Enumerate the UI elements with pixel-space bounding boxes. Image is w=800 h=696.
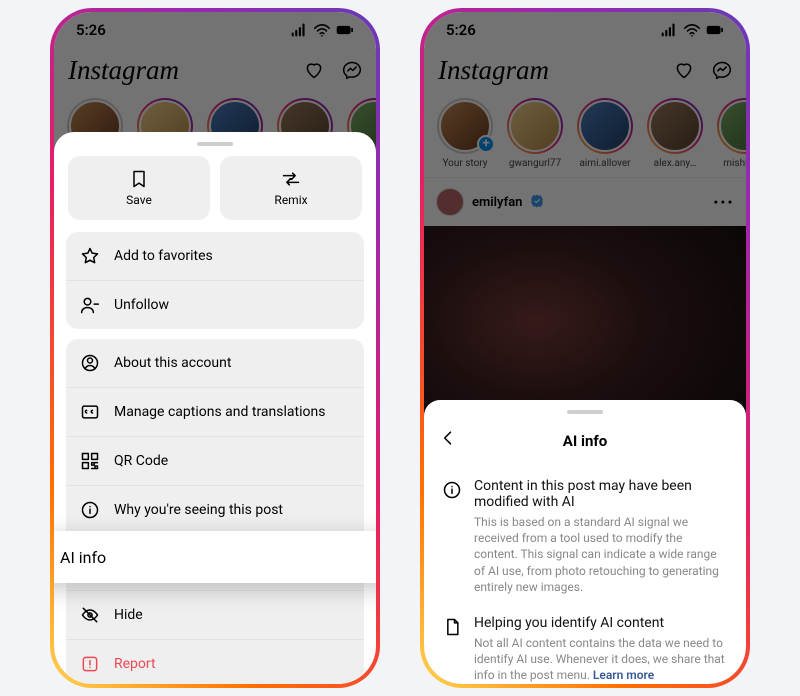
remix-label: Remix	[274, 193, 307, 207]
info-icon	[80, 500, 100, 520]
document-icon	[442, 617, 462, 637]
unfollow-item[interactable]: Unfollow	[66, 280, 364, 329]
captions-item[interactable]: Manage captions and translations	[66, 387, 364, 436]
about-account-item[interactable]: About this account	[66, 339, 364, 387]
qr-code-label: QR Code	[114, 453, 168, 469]
phone-left: 5:26 Instagram + Your story	[50, 8, 380, 688]
chevron-left-icon	[438, 428, 458, 448]
info-title-1: Content in this post may have been modif…	[474, 478, 728, 510]
sheet-grabber[interactable]	[567, 410, 603, 414]
info-body-2: Not all AI content contains the data we …	[474, 635, 728, 684]
sheet-grabber[interactable]	[197, 142, 233, 146]
ai-info-label: AI info	[60, 548, 106, 567]
ai-info-block-1: Content in this post may have been modif…	[424, 468, 746, 605]
back-button[interactable]	[438, 428, 458, 454]
hide-icon	[80, 605, 100, 625]
save-label: Save	[126, 193, 152, 207]
hide-item[interactable]: Hide	[66, 590, 364, 639]
captions-icon	[80, 402, 100, 422]
report-item[interactable]: Report	[66, 639, 364, 684]
ai-info-item[interactable]: AI info	[54, 531, 376, 583]
info-title-2: Helping you identify AI content	[474, 615, 728, 631]
qr-icon	[80, 451, 100, 471]
captions-label: Manage captions and translations	[114, 404, 325, 420]
unfollow-label: Unfollow	[114, 297, 169, 313]
learn-more-link[interactable]: Learn more	[593, 668, 654, 682]
info-icon	[442, 480, 462, 500]
phone-right: 5:26 Instagram + Your story	[420, 8, 750, 688]
ai-info-block-2: Helping you identify AI content Not all …	[424, 605, 746, 684]
star-icon	[80, 246, 100, 266]
remix-button[interactable]: Remix	[220, 156, 362, 220]
bookmark-icon	[129, 169, 149, 189]
account-icon	[80, 353, 100, 373]
about-account-label: About this account	[114, 355, 231, 371]
report-icon	[80, 654, 100, 674]
remix-icon	[281, 169, 301, 189]
sheet-title: AI info	[424, 432, 746, 450]
info-body-1: This is based on a standard AI signal we…	[474, 514, 728, 595]
why-seeing-item[interactable]: Why you're seeing this post	[66, 485, 364, 534]
action-sheet: Save Remix Add to favorites Unfollow	[54, 132, 376, 684]
report-label: Report	[114, 656, 156, 672]
qr-code-item[interactable]: QR Code	[66, 436, 364, 485]
hide-label: Hide	[114, 607, 143, 623]
add-favorites-item[interactable]: Add to favorites	[66, 232, 364, 280]
add-favorites-label: Add to favorites	[114, 248, 213, 264]
ai-info-sheet: AI info Content in this post may have be…	[424, 400, 746, 684]
save-button[interactable]: Save	[68, 156, 210, 220]
unfollow-icon	[80, 295, 100, 315]
why-seeing-label: Why you're seeing this post	[114, 502, 283, 518]
